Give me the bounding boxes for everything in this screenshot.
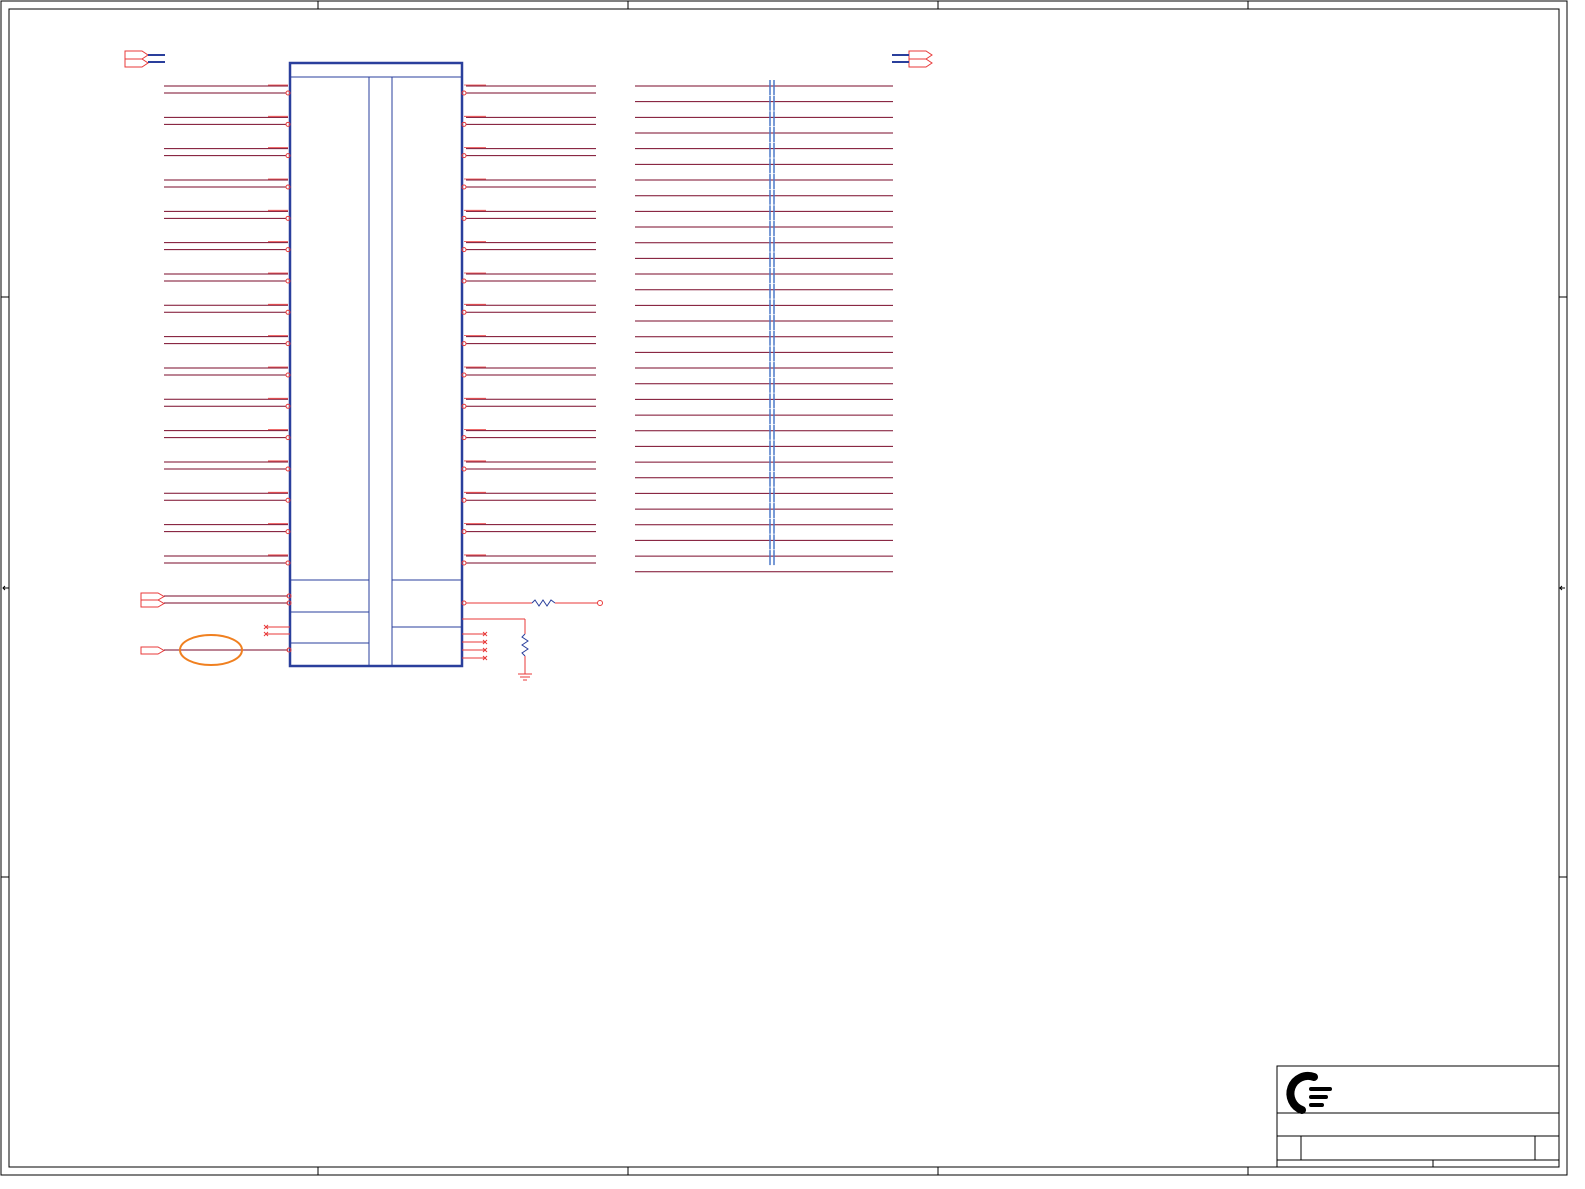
ic-right-pin [461, 209, 596, 221]
ic-right-pin [461, 491, 596, 503]
ic-right-pin [461, 366, 596, 378]
ic-right-pin [461, 241, 596, 253]
decoupling-capacitor [769, 221, 775, 237]
ic-left-pin [164, 84, 291, 96]
decoupling-capacitor [769, 205, 775, 221]
test-point [597, 600, 603, 606]
ic-left-pin [164, 397, 291, 409]
decoupling-capacitor [769, 393, 775, 409]
ic-right-pin [461, 554, 596, 566]
offpage-connector-top-right [892, 50, 933, 68]
decoupling-capacitor [769, 127, 775, 143]
ic-left-pin [164, 429, 291, 441]
decoupling-capacitor [769, 315, 775, 331]
ground-symbol [518, 673, 532, 681]
decoupling-capacitor [769, 471, 775, 487]
ic-left-pin [164, 303, 291, 315]
decoupling-capacitor [769, 440, 775, 456]
decoupling-capacitor [769, 550, 775, 566]
ic-left-pin [164, 554, 291, 566]
ic-right-pin [461, 303, 596, 315]
schematic-sheet [0, 0, 1585, 1189]
ic-right-pin [461, 115, 596, 127]
ic-left-pin [164, 523, 291, 535]
ic-right-pin [461, 397, 596, 409]
ic-left-pins [164, 84, 291, 566]
decoupling-capacitor [769, 424, 775, 440]
decoupling-capacitor [769, 252, 775, 268]
decoupling-capacitor [769, 330, 775, 346]
decoupling-capacitor [769, 111, 775, 127]
decoupling-capacitor [769, 503, 775, 519]
ic-right-pin [461, 178, 596, 190]
ic-left-pin [164, 241, 291, 253]
ic-right-pin [461, 335, 596, 347]
decoupling-capacitor [769, 346, 775, 362]
sheet-border [0, 0, 1568, 1176]
decoupling-capacitor [769, 189, 775, 205]
decoupling-capacitor [769, 456, 775, 472]
ic-right-pin [461, 429, 596, 441]
decoupling-capacitor [769, 377, 775, 393]
company-logo-icon [1286, 1071, 1332, 1114]
ic-left-pin [164, 335, 291, 347]
ic-right-pins [461, 84, 596, 566]
ic-left-pin [164, 209, 291, 221]
ic-right-pin [461, 523, 596, 535]
decoupling-capacitor [769, 534, 775, 550]
ic-left-pin [164, 366, 291, 378]
title-block [1276, 1065, 1560, 1168]
bottom-right-network [461, 599, 603, 681]
ic-left-pin [164, 147, 291, 159]
decoupling-capacitor [769, 236, 775, 252]
decoupling-capacitor [769, 174, 775, 190]
decoupling-capacitor [769, 283, 775, 299]
ic-left-pin [164, 272, 291, 284]
decoupling-capacitor [769, 487, 775, 503]
ic-left-pin [164, 178, 291, 190]
ic-left-pin [164, 115, 291, 127]
ic-right-pin [461, 84, 596, 96]
ic-body [288, 61, 464, 668]
capacitor-array [635, 80, 893, 573]
ic-right-pin [461, 147, 596, 159]
decoupling-capacitor [769, 409, 775, 425]
ic-left-pin [164, 491, 291, 503]
decoupling-capacitor [769, 80, 775, 95]
decoupling-capacitor [769, 362, 775, 378]
pulldown-resistor [521, 633, 529, 657]
series-resistor [531, 599, 556, 607]
offpage-connector-top-left [124, 50, 165, 68]
ic-right-pin [461, 460, 596, 472]
decoupling-capacitor [769, 158, 775, 174]
decoupling-capacitor [769, 95, 775, 111]
zone-ticks [1, 1, 1567, 1175]
ic-left-pin [164, 460, 291, 472]
ic-right-pin [461, 272, 596, 284]
decoupling-capacitor [769, 268, 775, 284]
decoupling-capacitor [769, 518, 775, 534]
decoupling-capacitor [769, 142, 775, 158]
bottom-left-connectors [140, 592, 292, 666]
decoupling-capacitor [769, 299, 775, 315]
